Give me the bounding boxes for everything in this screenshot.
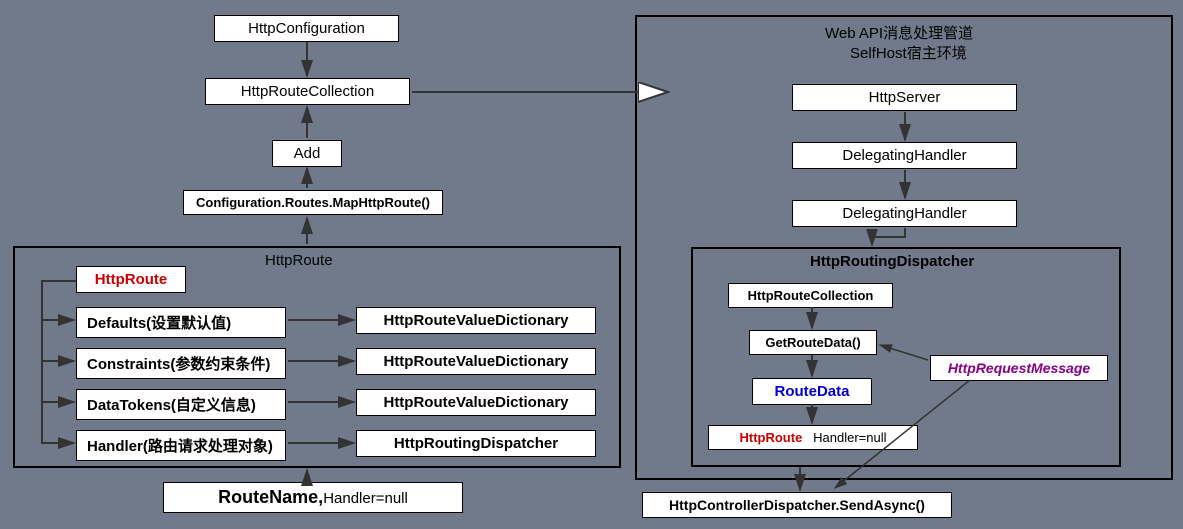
node-route-data: RouteData: [752, 378, 872, 405]
node-map-http-route: Configuration.Routes.MapHttpRoute(): [183, 190, 443, 215]
node-defaults: Defaults(设置默认值): [76, 307, 286, 338]
text-request-message: HttpRequestMessage: [948, 360, 1090, 376]
text-route-data: RouteData: [774, 383, 849, 400]
text-route-name: RouteName,: [218, 487, 323, 507]
node-dict3: HttpRouteValueDictionary: [356, 389, 596, 416]
node-route-data-props: HttpRoute Handler=null: [708, 425, 918, 450]
node-dict1: HttpRouteValueDictionary: [356, 307, 596, 334]
node-route-collection: HttpRouteCollection: [728, 283, 893, 308]
text-handler-null2: Handler=null: [813, 430, 886, 445]
node-controller-dispatcher: HttpControllerDispatcher.SendAsync(): [642, 492, 952, 518]
node-request-message: HttpRequestMessage: [930, 355, 1108, 381]
node-delegating1: DelegatingHandler: [792, 142, 1017, 169]
node-handler: Handler(路由请求处理对象): [76, 430, 286, 461]
text-http-route2: HttpRoute: [739, 430, 802, 445]
text-handler-null: Handler=null: [323, 490, 408, 507]
node-http-configuration: HttpConfiguration: [214, 15, 399, 42]
title-pipeline1: Web API消息处理管道: [825, 22, 973, 43]
text-http-route-red: HttpRoute: [95, 271, 167, 288]
node-http-server: HttpServer: [792, 84, 1017, 111]
node-http-route-collection: HttpRouteCollection: [205, 78, 410, 105]
title-pipeline2: SelfHost宿主环境: [850, 42, 967, 63]
node-constraints: Constraints(参数约束条件): [76, 348, 286, 379]
node-http-route-inner: HttpRoute: [76, 266, 186, 293]
node-data-tokens: DataTokens(自定义信息): [76, 389, 286, 420]
title-http-route: HttpRoute: [265, 252, 333, 269]
node-get-route-data: GetRouteData(): [749, 330, 877, 355]
title-dispatcher: HttpRoutingDispatcher: [810, 253, 974, 270]
node-dict2: HttpRouteValueDictionary: [356, 348, 596, 375]
node-routing-dispatcher: HttpRoutingDispatcher: [356, 430, 596, 457]
node-route-name: RouteName,Handler=null: [163, 482, 463, 513]
node-delegating2: DelegatingHandler: [792, 200, 1017, 227]
node-add: Add: [272, 140, 342, 167]
